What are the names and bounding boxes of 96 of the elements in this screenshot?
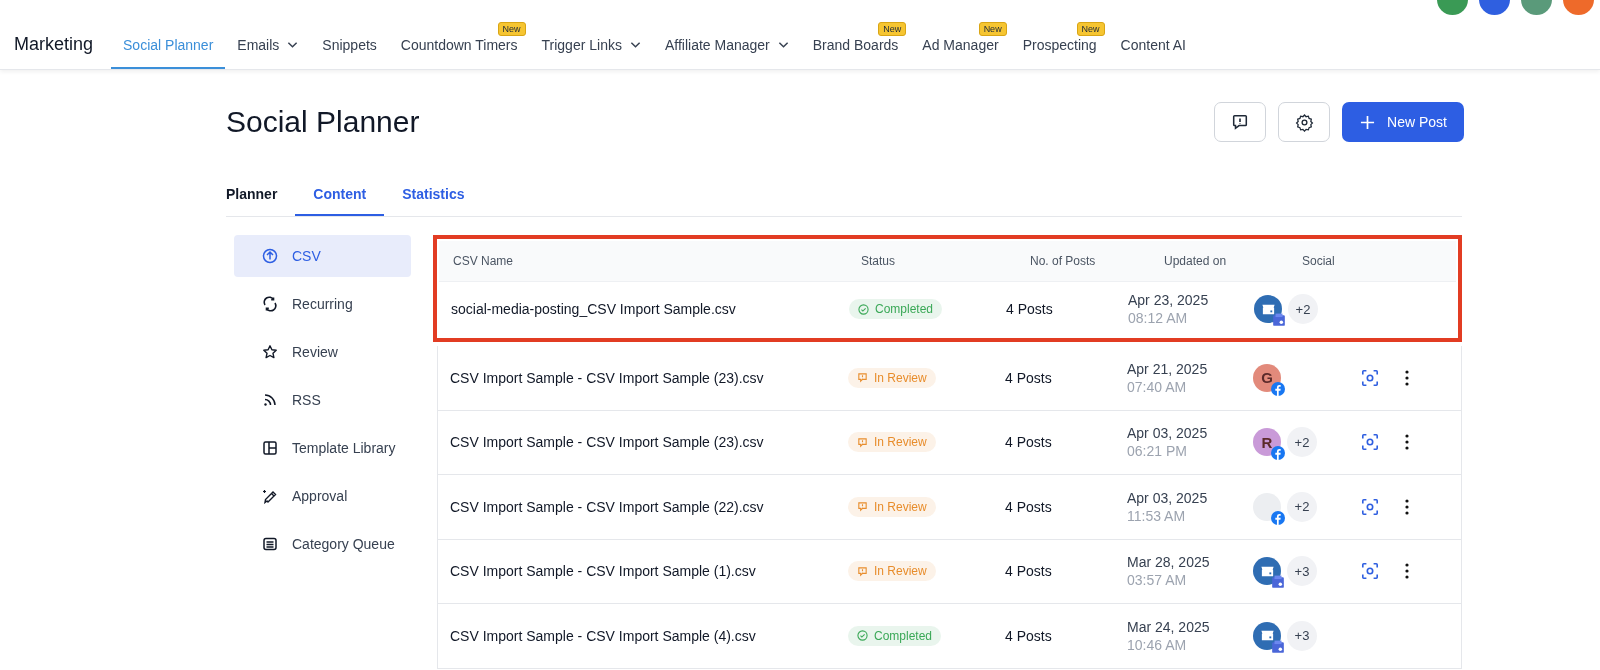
feedback-button[interactable] [1214,102,1267,142]
updated-time: 07:40 AM [1127,378,1188,395]
rss-icon [262,392,278,408]
posts-count: 4 Posts [1005,627,1053,644]
more-accounts-count: +3 [1287,620,1317,651]
nav-tab[interactable]: Snippets [310,37,389,69]
upload-icon [262,248,278,264]
updated-date: Mar 28, 2025 [1127,554,1211,571]
sidebar-item[interactable]: Category Queue [234,523,411,565]
nav-tab[interactable]: Content AI [1108,37,1198,69]
posts-count: 4 Posts [1005,434,1053,451]
csv-name: CSV Import Sample - CSV Import Sample (4).csv [449,627,757,644]
page-title: Social Planner [226,105,420,139]
updated-date: Mar 24, 2025 [1127,618,1211,635]
csv-name: CSV Import Sample - CSV Import Sample (22).csv [449,498,765,515]
more-options-icon[interactable] [1405,563,1409,580]
csv-name: CSV Import Sample - CSV Import Sample (23).csv [449,434,765,451]
more-options-icon[interactable] [1405,498,1409,515]
more-accounts-count: +2 [1288,294,1318,324]
sidebar-item[interactable]: Approval [234,475,411,517]
posts-count: 4 Posts [1005,498,1053,515]
more-accounts-count: +2 [1287,491,1317,522]
nav-tab[interactable]: Ad Manager [910,37,1011,69]
list-icon [262,536,278,552]
content-tab[interactable]: Planner [226,186,296,216]
star-icon [262,344,278,360]
settings-icon [1294,112,1314,132]
scan-icon[interactable] [1361,368,1379,387]
column-header: No. of Posts [1029,254,1097,268]
column-header: Social [1301,254,1336,268]
facebook-icon [1271,510,1285,525]
updated-time: 10:46 AM [1127,636,1188,653]
more-accounts-count: +3 [1287,556,1317,587]
updated-time: 03:57 AM [1127,572,1188,589]
more-options-icon[interactable] [1405,369,1409,386]
chevron-down-icon [287,41,299,49]
nav-tab[interactable]: Trigger Links [529,37,653,69]
new-badge: New [878,22,907,36]
scan-icon[interactable] [1361,497,1379,516]
settings-button[interactable] [1278,102,1331,142]
nav-tab[interactable]: Emails [225,37,311,69]
scan-icon[interactable] [1361,562,1379,581]
layout-icon [262,440,278,456]
speech-bubble-icon [1231,113,1250,131]
updated-date: Apr 23, 2025 [1128,292,1210,308]
new-badge: New [497,22,526,36]
status-badge: In Review [848,561,936,582]
plus-icon [1360,114,1376,130]
posts-count: 4 Posts [1005,563,1053,580]
status-badge: In Review [848,367,936,388]
posts-count: 4 Posts [1006,301,1054,317]
facebook-icon [1271,381,1285,396]
updated-date: Apr 21, 2025 [1127,360,1209,377]
bag-icon [1272,313,1286,327]
updated-time: 06:21 PM [1127,443,1188,460]
status-badge: In Review [848,496,936,517]
updated-time: 11:53 AM [1127,507,1187,524]
sidebar-item[interactable]: Template Library [234,427,411,469]
sidebar-item[interactable]: Recurring [234,283,411,325]
column-header: Status [860,254,897,268]
status-badge: Completed [849,299,943,319]
nav-tab[interactable]: Countdown Timers [388,37,530,69]
app-title: Marketing [14,34,94,55]
more-accounts-count: +2 [1287,427,1317,458]
sidebar-item[interactable]: Review [234,331,411,373]
sidebar-item[interactable]: RSS [234,379,411,421]
nav-tab[interactable]: Social Planner [111,37,226,69]
status-badge: Completed [848,625,942,646]
new-post-button[interactable]: New Post [1342,102,1464,142]
sidebar-item[interactable]: CSV [234,235,411,277]
more-options-icon[interactable] [1405,434,1409,451]
updated-date: Apr 03, 2025 [1127,489,1209,506]
status-badge: In Review [848,432,936,453]
nav-tab[interactable]: Prospecting [1010,37,1109,69]
chevron-down-icon [777,41,789,49]
column-header: Updated on [1163,254,1228,268]
updated-date: Apr 03, 2025 [1127,425,1209,442]
content-tab[interactable]: Content [295,186,385,216]
nav-tab[interactable]: Affiliate Manager [652,37,801,69]
new-badge: New [1076,22,1105,36]
bag-icon [1271,639,1285,654]
facebook-icon [1271,446,1285,461]
content-tab[interactable]: Statistics [384,186,483,216]
column-header: CSV Name [452,254,515,268]
bag-icon [1271,575,1285,590]
new-badge: New [978,22,1007,36]
updated-time: 08:12 AM [1128,310,1189,326]
csv-name: social-media-posting_CSV Import Sample.csv [450,301,737,317]
scan-icon[interactable] [1361,433,1379,452]
nav-tab[interactable]: Brand Boards [800,37,911,69]
csv-name: CSV Import Sample - CSV Import Sample (23).csv [449,369,765,386]
chevron-down-icon [629,41,641,49]
csv-name: CSV Import Sample - CSV Import Sample (1).csv [449,563,757,580]
posts-count: 4 Posts [1005,369,1053,386]
refresh-icon [262,296,278,312]
pen-icon [262,488,278,504]
